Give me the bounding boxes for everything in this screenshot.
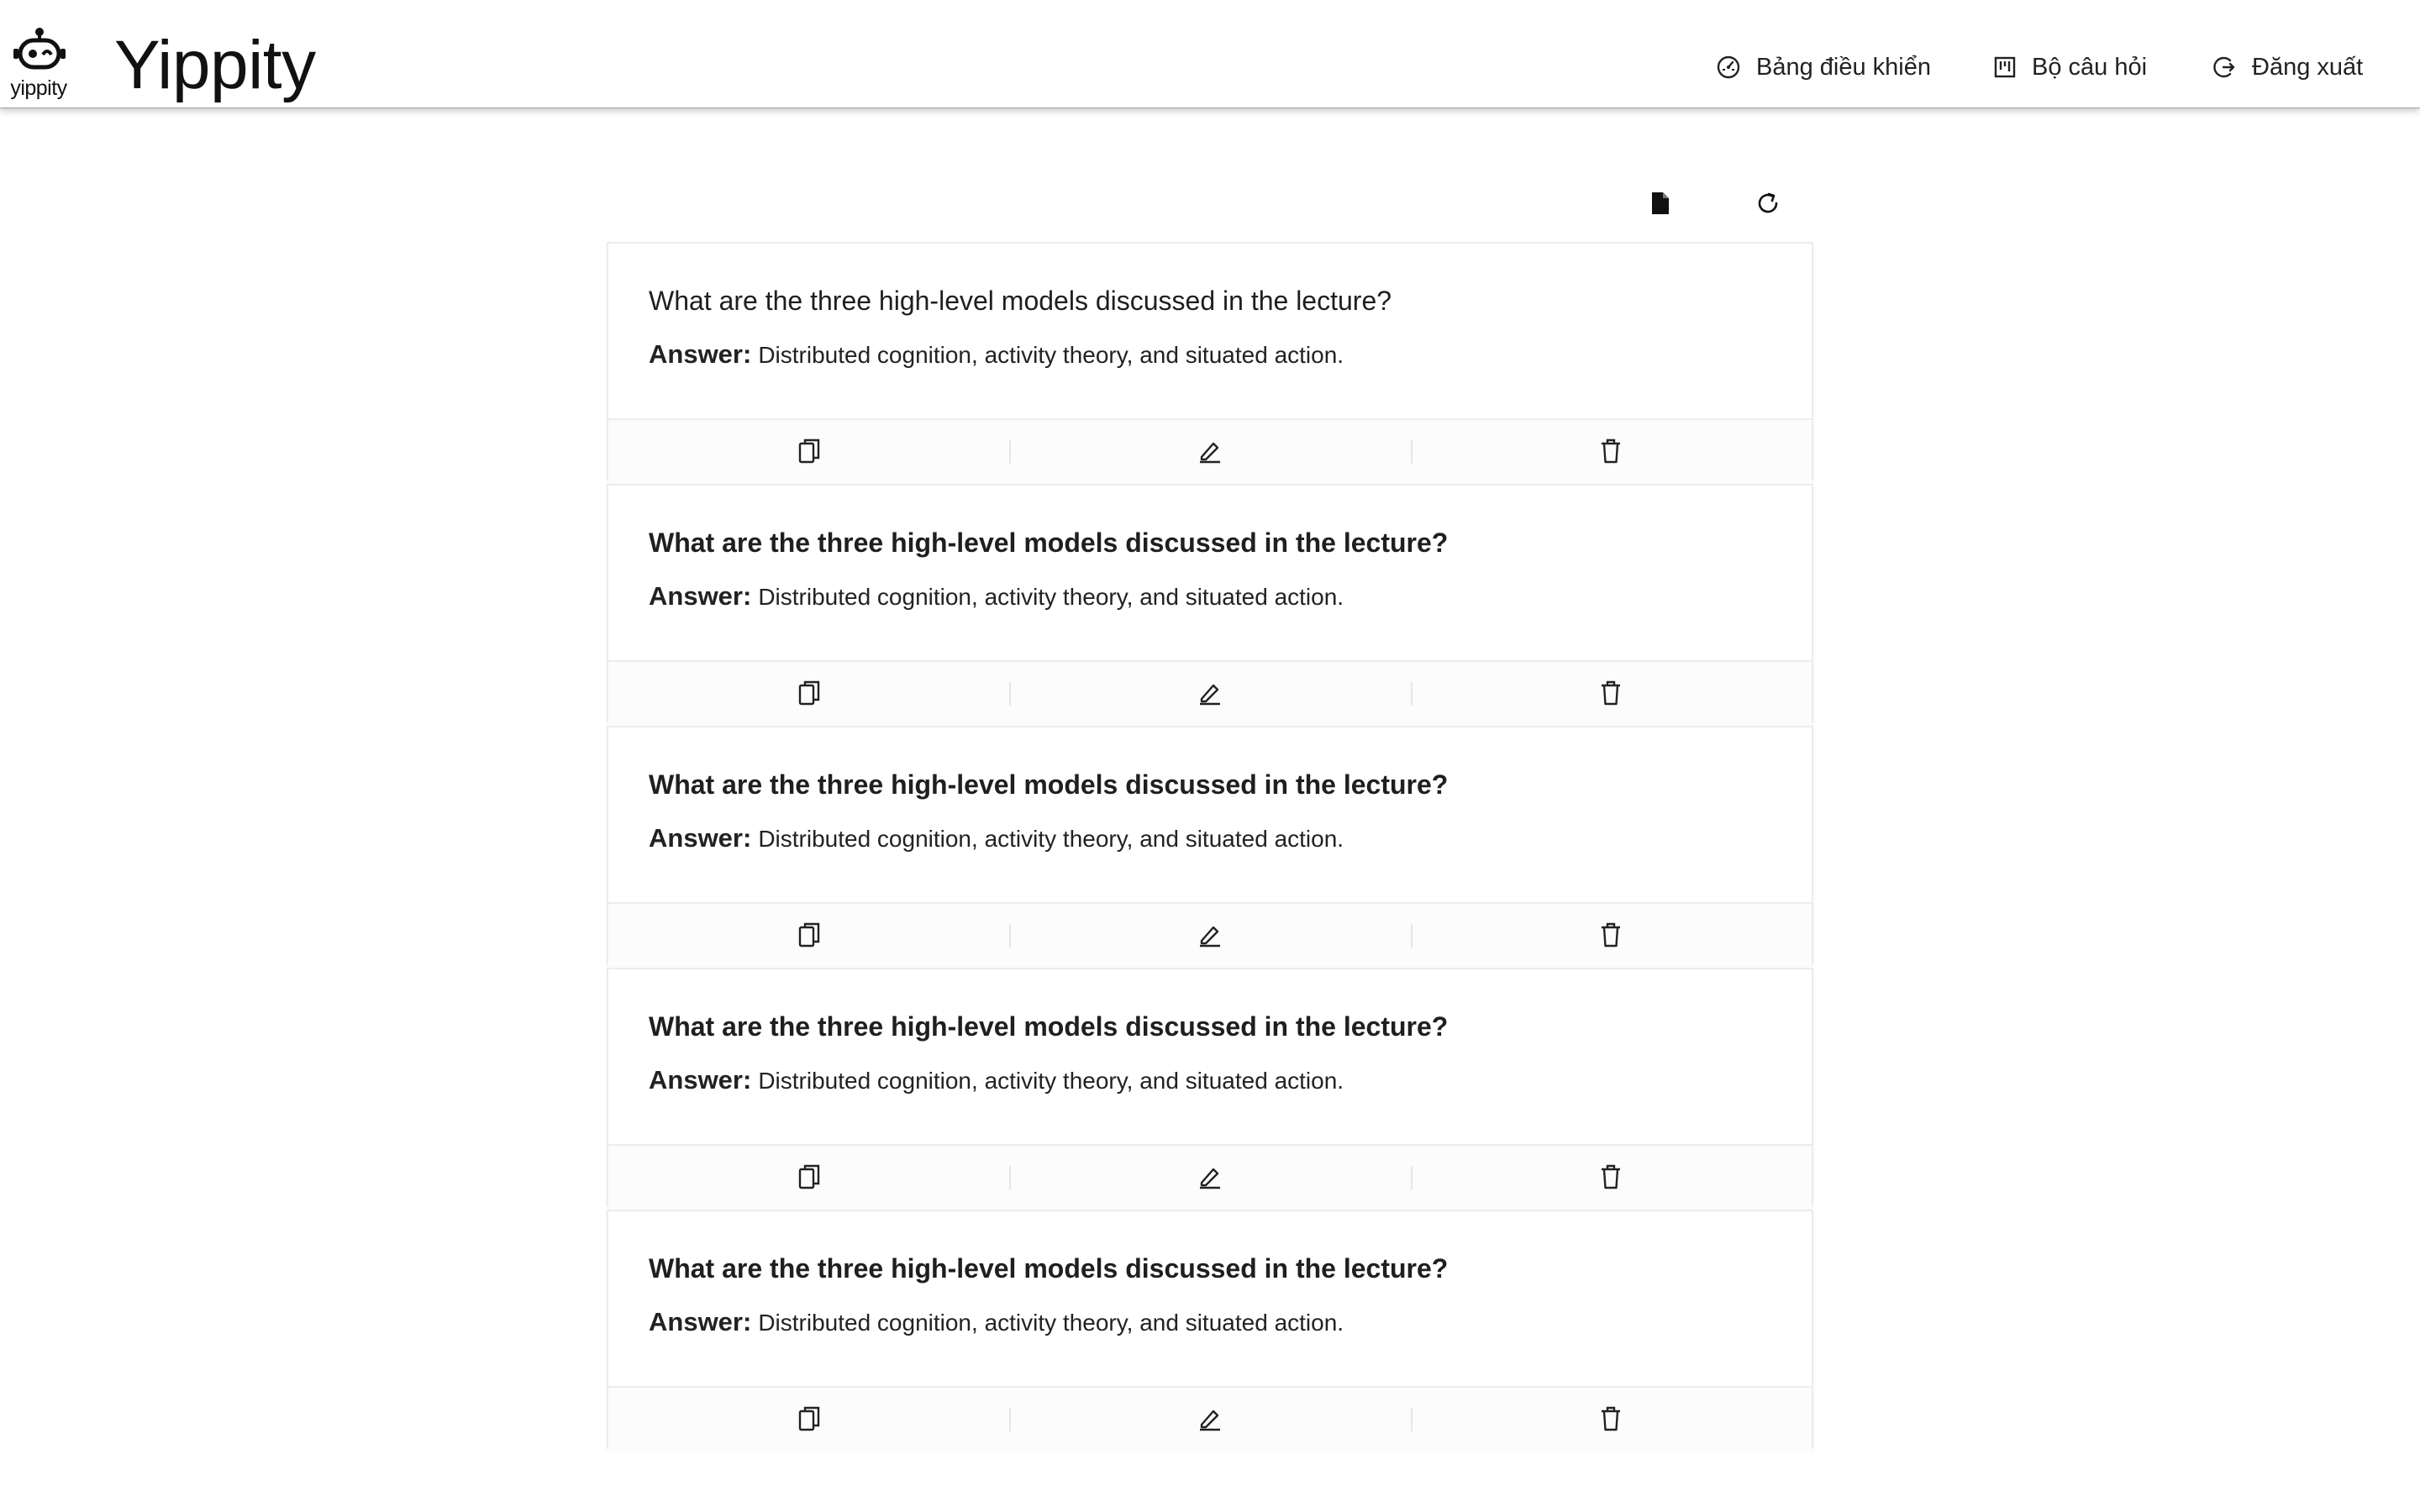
edit-pencil-icon	[1199, 684, 1220, 706]
nav-quiz-sets[interactable]: Bộ câu hỏi	[1993, 49, 2147, 86]
nav-logout-label: Đăng xuất	[2252, 53, 2364, 81]
refresh-button[interactable]	[1754, 190, 1781, 217]
trash-icon	[1602, 1164, 1621, 1189]
question-card: What are the three high-level models dis…	[607, 484, 1813, 724]
nav-dashboard[interactable]: Bảng điều khiển	[1716, 49, 1931, 86]
file-icon	[1652, 192, 1669, 214]
answer-label: Answer:	[649, 1065, 752, 1095]
delete-button[interactable]	[1410, 1388, 1812, 1450]
copy-button[interactable]	[608, 662, 1009, 724]
copy-button[interactable]	[608, 904, 1009, 966]
export-file-button[interactable]	[1647, 190, 1674, 217]
nav-logout[interactable]: Đăng xuất	[2212, 49, 2363, 86]
question-text: What are the three high-level models dis…	[649, 769, 1449, 800]
question-card: What are the three high-level models dis…	[607, 1210, 1813, 1450]
question-list: What are the three high-level models dis…	[607, 242, 1813, 1452]
refresh-icon	[1758, 192, 1778, 213]
question-card: What are the three high-level models dis…	[607, 968, 1813, 1208]
answer-label: Answer:	[649, 1307, 752, 1336]
copy-icon	[798, 922, 819, 948]
dashboard-gauge-icon	[1716, 55, 1741, 80]
answer-text: Distributed cognition, activity theory, …	[758, 584, 1344, 610]
copy-icon	[798, 438, 819, 464]
answer-line: Answer: Distributed cognition, activity t…	[649, 338, 1344, 372]
edit-button[interactable]	[1009, 1388, 1410, 1450]
card-actions	[608, 902, 1812, 966]
answer-text: Distributed cognition, activity theory, …	[758, 1068, 1344, 1094]
copy-icon	[798, 680, 819, 706]
answer-line: Answer: Distributed cognition, activity t…	[649, 1305, 1344, 1340]
delete-button[interactable]	[1410, 1146, 1812, 1208]
trash-icon	[1602, 922, 1621, 948]
copy-button[interactable]	[608, 1388, 1009, 1450]
nav-dashboard-label: Bảng điều khiển	[1756, 53, 1931, 81]
delete-button[interactable]	[1410, 662, 1812, 724]
edit-pencil-icon	[1199, 926, 1220, 948]
edit-button[interactable]	[1009, 662, 1410, 724]
card-actions	[608, 1144, 1812, 1208]
answer-label: Answer:	[649, 581, 752, 611]
copy-icon	[798, 1406, 819, 1431]
trash-icon	[1602, 1406, 1621, 1431]
nav-quiz-label: Bộ câu hỏi	[2032, 53, 2148, 81]
card-actions	[608, 1386, 1812, 1450]
copy-icon	[798, 1164, 819, 1189]
answer-line: Answer: Distributed cognition, activity t…	[649, 580, 1344, 614]
answer-text: Distributed cognition, activity theory, …	[758, 1310, 1344, 1336]
edit-pencil-icon	[1199, 1410, 1220, 1431]
question-card: What are the three high-level models dis…	[607, 242, 1813, 482]
robot-logo-icon	[13, 28, 66, 70]
top-navbar: yippity Yippity Bảng điều khiển Bộ câu h…	[0, 0, 2420, 108]
question-text: What are the three high-level models dis…	[649, 286, 1392, 316]
card-actions	[608, 660, 1812, 724]
answer-line: Answer: Distributed cognition, activity t…	[649, 822, 1344, 856]
trash-icon	[1602, 680, 1621, 706]
question-text: What are the three high-level models dis…	[649, 1011, 1449, 1042]
trash-icon	[1602, 438, 1621, 464]
logo[interactable]: yippity	[0, 27, 81, 102]
answer-label: Answer:	[649, 823, 752, 853]
edit-button[interactable]	[1009, 420, 1410, 482]
question-text: What are the three high-level models dis…	[649, 528, 1449, 558]
logo-text: yippity	[10, 76, 67, 100]
copy-button[interactable]	[608, 1146, 1009, 1208]
brand-title[interactable]: Yippity	[114, 24, 316, 108]
delete-button[interactable]	[1410, 420, 1812, 482]
answer-text: Distributed cognition, activity theory, …	[758, 342, 1344, 368]
edit-pencil-icon	[1199, 442, 1220, 464]
quiz-board-icon	[1993, 55, 2017, 79]
delete-button[interactable]	[1410, 904, 1812, 966]
edit-button[interactable]	[1009, 1146, 1410, 1208]
question-card: What are the three high-level models dis…	[607, 726, 1813, 966]
copy-button[interactable]	[608, 420, 1009, 482]
logout-icon	[2212, 55, 2237, 80]
card-actions	[608, 418, 1812, 482]
answer-line: Answer: Distributed cognition, activity t…	[649, 1063, 1344, 1098]
edit-button[interactable]	[1009, 904, 1410, 966]
edit-pencil-icon	[1199, 1168, 1220, 1189]
answer-text: Distributed cognition, activity theory, …	[758, 826, 1344, 852]
answer-label: Answer:	[649, 339, 752, 369]
question-text: What are the three high-level models dis…	[649, 1253, 1449, 1284]
